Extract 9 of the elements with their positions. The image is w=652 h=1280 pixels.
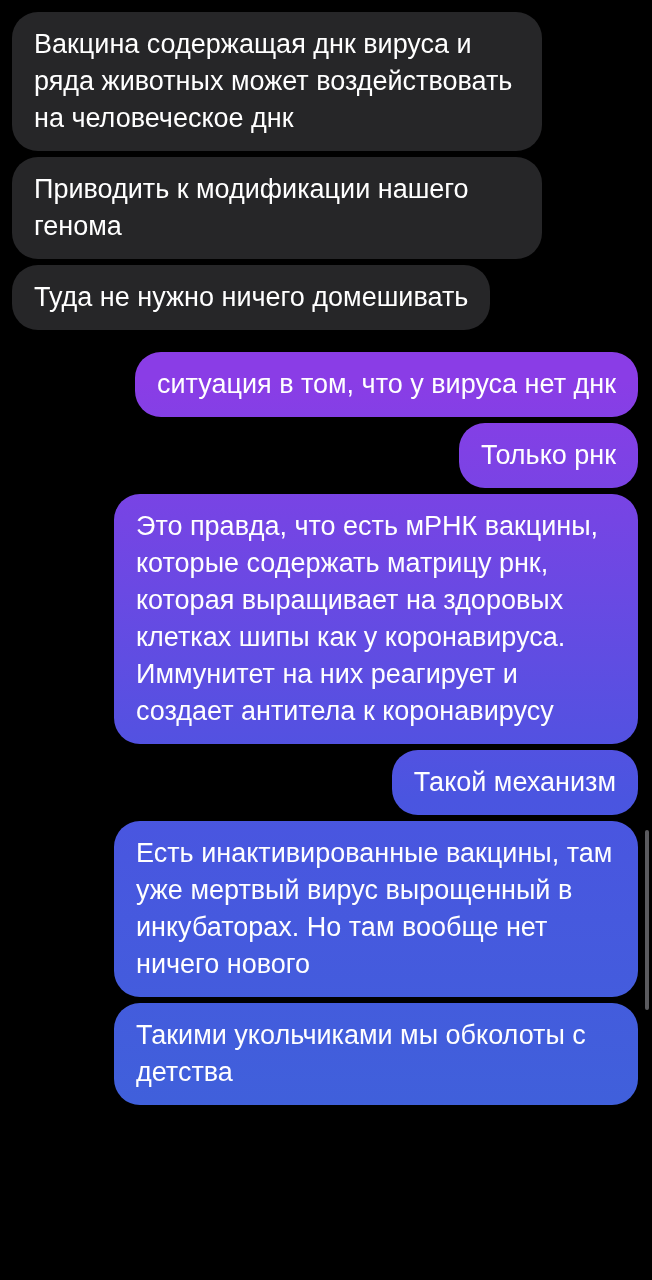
message-bubble: ситуация в том, что у вируса нет днк (135, 352, 638, 417)
message-bubble: Это правда, что есть мРНК вакцины, которые содержать матрицу рнк, которая выращивает на здоровых клетках шипы как у коронавируса. Иммунитет на них реагирует и создает антитела к коронавирусу (114, 494, 638, 744)
message-bubble: Туда не нужно ничего домешивать (12, 265, 491, 330)
message-bubble: Только рнк (459, 423, 638, 488)
message-bubble: Есть инактивированные вакцины, там уже мертвый вирус вырощенный в инкубаторах. Но там вообще нет ничего нового (114, 821, 638, 997)
message-bubble: Такими укольчиками мы обколоты с детства (114, 1003, 638, 1105)
message-bubble: Такой механизм (391, 750, 638, 815)
message-bubble: Приводить к модификации нашего генома (12, 157, 542, 259)
message-bubble: Вакцина содержащая днк вируса и ряда животных может воздействовать на человеческое днк (12, 12, 542, 151)
